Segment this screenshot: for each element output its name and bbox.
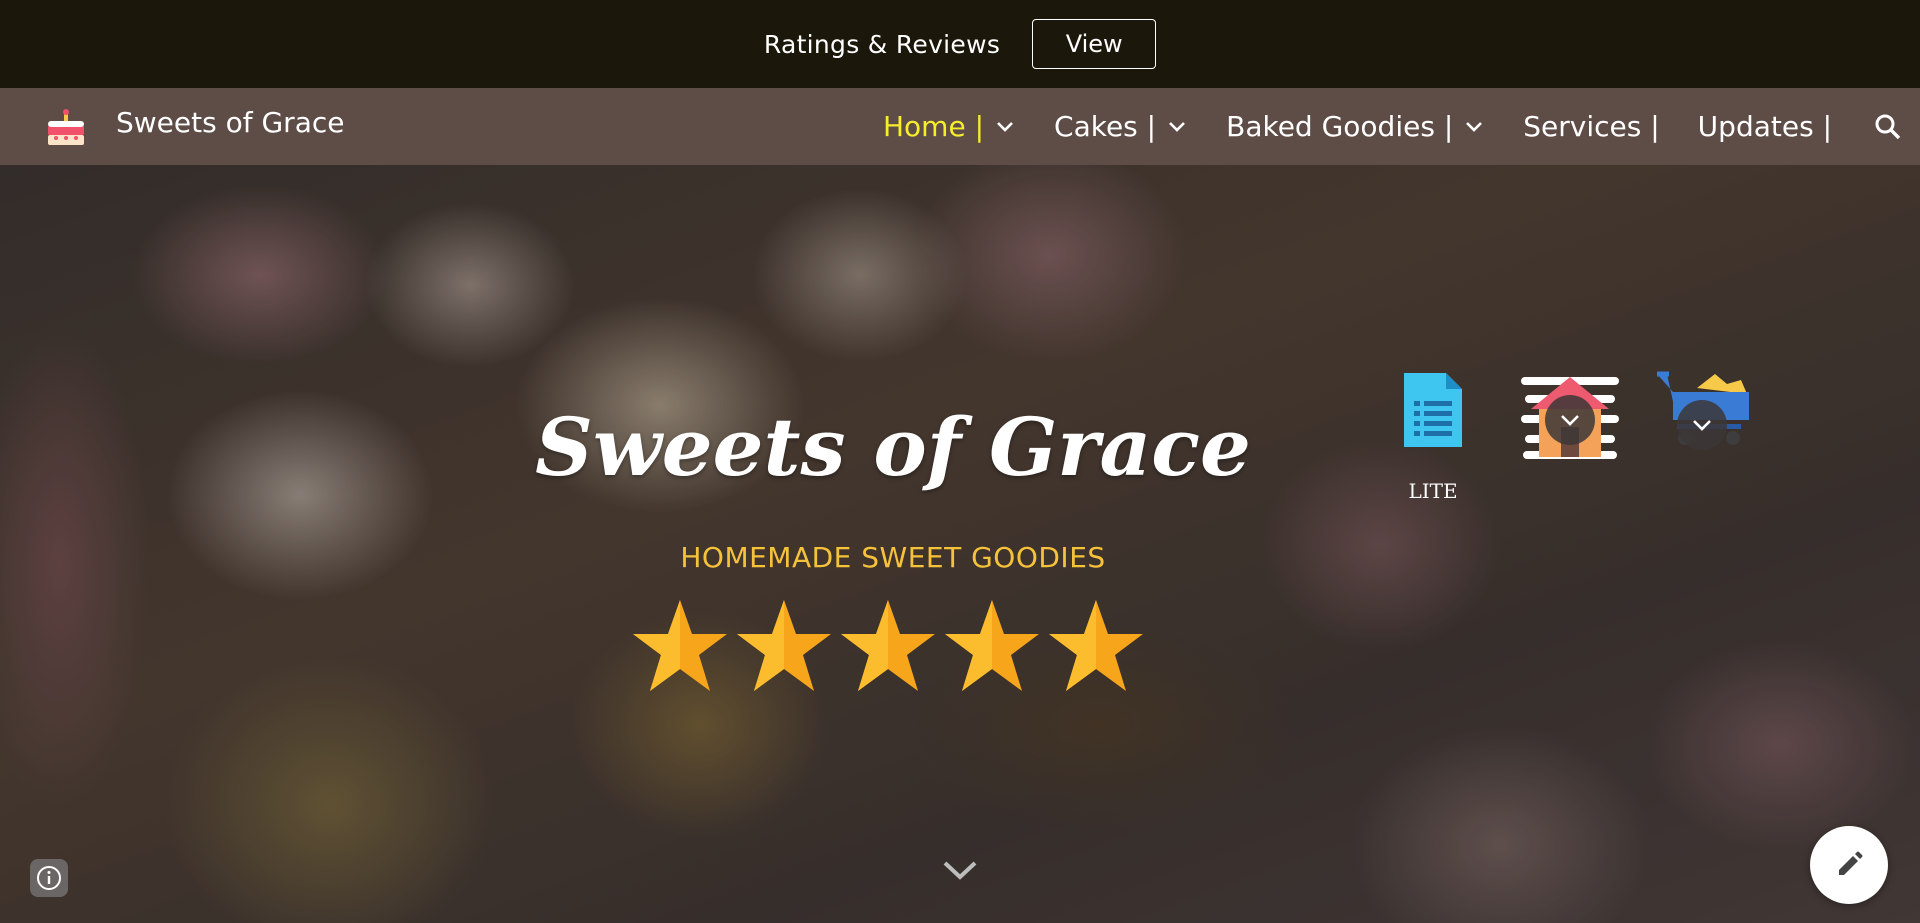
- document-icon: [1404, 373, 1462, 447]
- lite-label: LITE: [1408, 479, 1458, 503]
- announcement-text: Ratings & Reviews: [763, 29, 1001, 59]
- nav-label-services: Services |: [1523, 110, 1660, 143]
- site-title-link[interactable]: Sweets of Grace: [116, 106, 344, 139]
- star-icon: [945, 600, 1039, 691]
- nav-label-baked-goodies: Baked Goodies |: [1226, 110, 1454, 143]
- chevron-down-icon[interactable]: [1166, 116, 1188, 138]
- star-icon: [737, 600, 831, 691]
- hero-title: Sweets of Grace: [535, 400, 1251, 494]
- home-link[interactable]: [1520, 365, 1620, 461]
- star-rating: [630, 597, 1146, 695]
- announcement-bar: Ratings & Reviews View: [0, 0, 1920, 88]
- chevron-down-icon: [1693, 420, 1711, 431]
- home-dropdown-toggle[interactable]: [1545, 395, 1595, 445]
- lite-document-link[interactable]: LITE: [1398, 371, 1468, 503]
- nav-label-home: Home |: [883, 110, 985, 143]
- chevron-down-icon[interactable]: [994, 116, 1016, 138]
- chevron-down-icon: [1561, 415, 1579, 426]
- nav-item-cakes[interactable]: Cakes |: [1054, 110, 1188, 143]
- star-icon: [1049, 600, 1143, 691]
- info-icon: [37, 866, 61, 890]
- chevron-down-icon: [943, 861, 977, 880]
- search-button[interactable]: [1870, 109, 1906, 145]
- scroll-down-button[interactable]: [940, 856, 980, 886]
- star-icon: [633, 600, 727, 691]
- shop-dropdown-toggle[interactable]: [1677, 400, 1727, 450]
- nav-item-home[interactable]: Home |: [883, 110, 1016, 143]
- view-reviews-button[interactable]: View: [1032, 19, 1157, 69]
- site-info-button[interactable]: [30, 859, 68, 897]
- shop-link[interactable]: [1655, 370, 1755, 450]
- nav-item-baked-goodies[interactable]: Baked Goodies |: [1226, 110, 1485, 143]
- nav-label-updates: Updates |: [1697, 110, 1832, 143]
- search-icon: [1875, 114, 1901, 139]
- pencil-icon: [1839, 851, 1863, 875]
- hero-subtitle: HOMEMADE SWEET GOODIES: [680, 541, 1106, 574]
- nav-item-services[interactable]: Services |: [1523, 110, 1659, 143]
- cake-icon[interactable]: [44, 109, 88, 147]
- nav-label-cakes: Cakes |: [1054, 110, 1157, 143]
- star-icon: [841, 600, 935, 691]
- chevron-down-icon[interactable]: [1463, 116, 1485, 138]
- site-header: Sweets of Grace Home | Cakes | Baked Goo…: [0, 88, 1920, 165]
- edit-button[interactable]: [1810, 826, 1888, 904]
- main-nav: Home | Cakes | Baked Goodies | Services …: [883, 88, 1920, 165]
- hero-section: Sweets of Grace HOMEMADE SWEET GOODIES L…: [0, 165, 1920, 923]
- nav-item-updates[interactable]: Updates |: [1698, 110, 1832, 143]
